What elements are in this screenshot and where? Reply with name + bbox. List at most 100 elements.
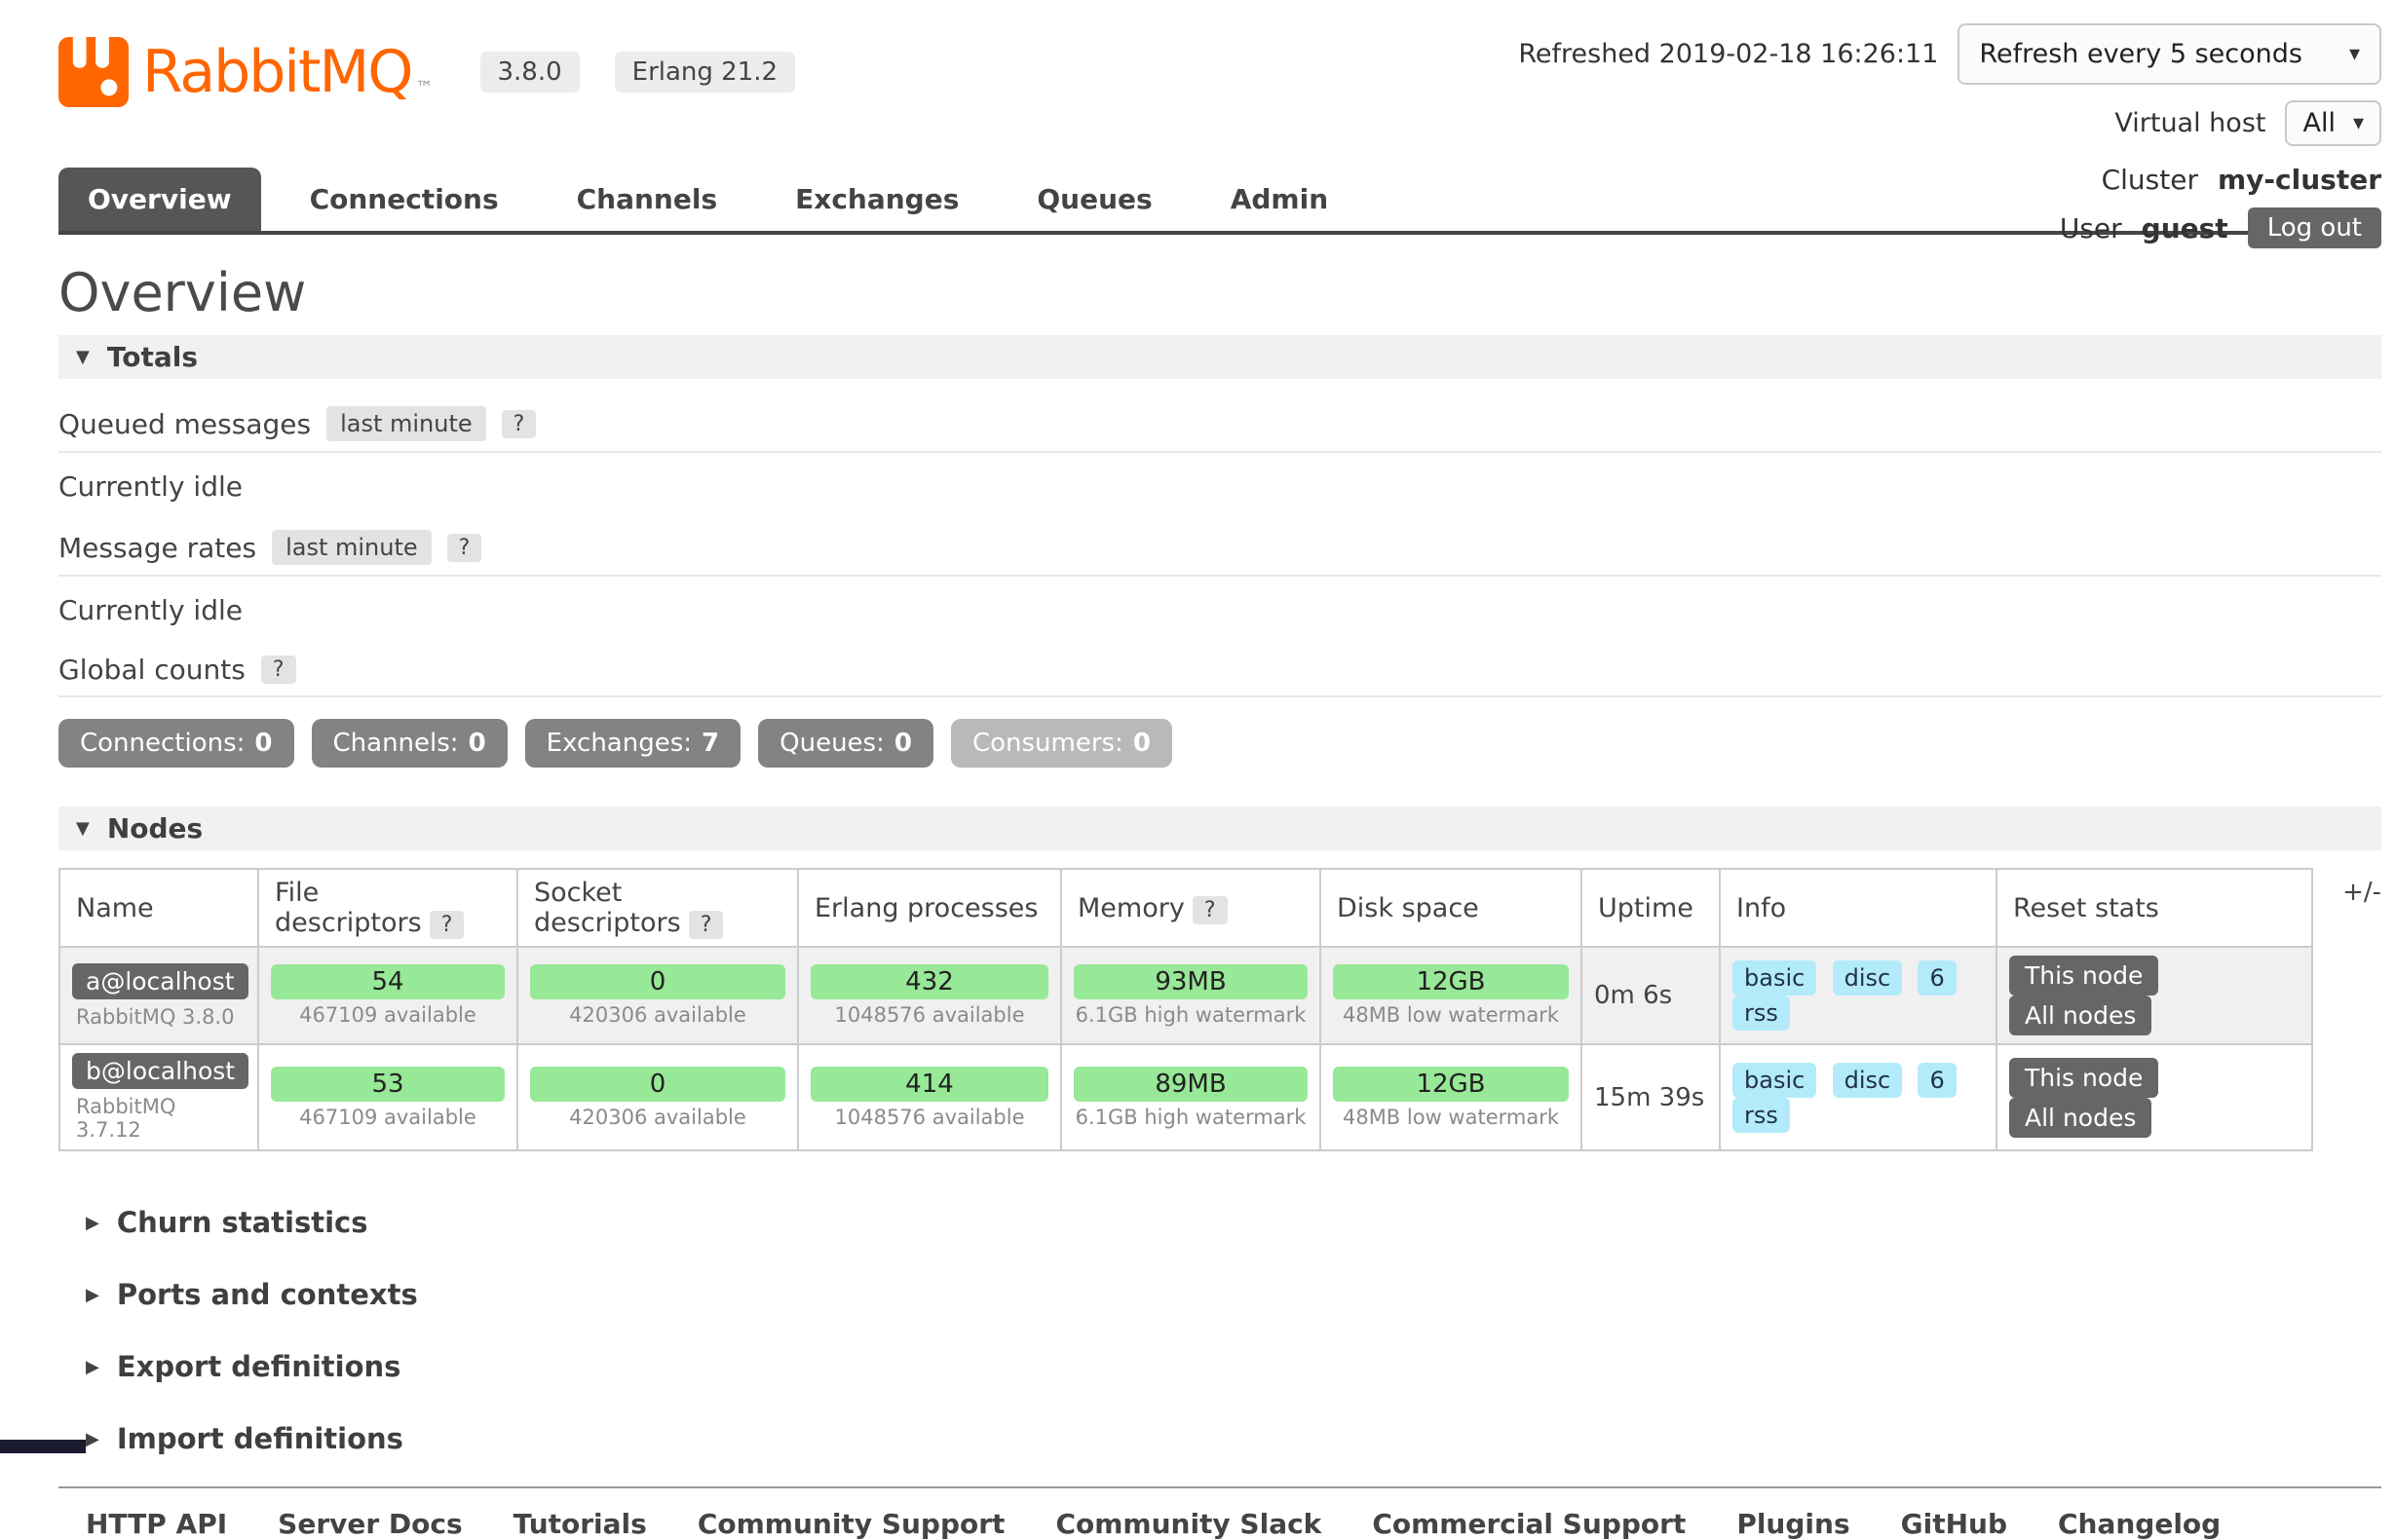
trademark-symbol: ™ xyxy=(416,78,434,98)
count-label: Consumers: xyxy=(972,729,1123,758)
triangle-down-icon: ▼ xyxy=(76,818,90,839)
info-cell: basic disc 6 rss xyxy=(1720,947,1996,1044)
message-rates-range-chip[interactable]: last minute xyxy=(272,530,432,565)
socket-descriptors-cell: 0 420306 available xyxy=(517,947,798,1044)
col-memory: Memory? xyxy=(1061,869,1320,947)
socket-descriptors-bar: 0 xyxy=(530,964,785,999)
footer: HTTP API Server Docs Tutorials Community… xyxy=(58,1486,2381,1540)
section-label: Export definitions xyxy=(117,1350,401,1383)
info-badge: basic xyxy=(1732,1063,1816,1098)
rabbitmq-logo-icon[interactable] xyxy=(58,37,129,107)
node-version: RabbitMQ 3.8.0 xyxy=(72,1005,246,1029)
uptime-cell: 15m 39s xyxy=(1581,1044,1720,1150)
memory-cell: 89MB 6.1GB high watermark xyxy=(1061,1044,1320,1150)
erlang-processes-bar: 432 xyxy=(811,964,1048,999)
file-descriptors-bar: 54 xyxy=(271,964,505,999)
disk-space-detail: 48MB low watermark xyxy=(1333,1106,1569,1129)
info-badge: disc xyxy=(1833,1063,1903,1098)
info-badge: 6 xyxy=(1918,960,1956,995)
help-icon[interactable]: ? xyxy=(502,410,537,438)
reset-stats-cell: This node All nodes xyxy=(1996,1044,2312,1150)
logout-button[interactable]: Log out xyxy=(2248,207,2381,248)
disk-space-cell: 12GB 48MB low watermark xyxy=(1320,1044,1581,1150)
node-row: b@localhost RabbitMQ 3.7.12 53 467109 av… xyxy=(59,1044,2312,1150)
totals-section-header[interactable]: ▼ Totals xyxy=(58,335,2381,379)
reset-this-node-button[interactable]: This node xyxy=(2009,1058,2158,1098)
info-badge: basic xyxy=(1732,960,1816,995)
disk-space-cell: 12GB 48MB low watermark xyxy=(1320,947,1581,1044)
count-value: 7 xyxy=(702,729,719,758)
memory-bar: 89MB xyxy=(1074,1067,1308,1102)
tab-connections[interactable]: Connections xyxy=(281,168,528,231)
help-icon[interactable]: ? xyxy=(689,911,724,939)
footer-link-github[interactable]: GitHub xyxy=(1901,1508,2007,1540)
queued-messages-range-chip[interactable]: last minute xyxy=(326,406,486,441)
footer-link-http-api[interactable]: HTTP API xyxy=(86,1508,227,1540)
count-label: Queues: xyxy=(779,729,885,758)
info-badge: rss xyxy=(1732,995,1790,1031)
tab-overview[interactable]: Overview xyxy=(58,168,261,231)
node-name-badge[interactable]: b@localhost xyxy=(72,1053,248,1089)
count-value: 0 xyxy=(469,729,486,758)
brand-wordmark[interactable]: RabbitMQ xyxy=(142,38,412,106)
totals-section-title: Totals xyxy=(107,341,198,373)
nodes-section-header[interactable]: ▼ Nodes xyxy=(58,807,2381,850)
memory-cell: 93MB 6.1GB high watermark xyxy=(1061,947,1320,1044)
message-rates-label: Message rates xyxy=(58,532,256,564)
section-label: Churn statistics xyxy=(117,1206,368,1239)
queued-messages-label: Queued messages xyxy=(58,408,311,440)
footer-links: HTTP API Server Docs Tutorials Community… xyxy=(86,1508,2381,1540)
reset-this-node-button[interactable]: This node xyxy=(2009,956,2158,995)
refresh-interval-select[interactable]: Refresh every 5 seconds ▾ xyxy=(1958,23,2381,85)
version-badge: 3.8.0 xyxy=(480,52,580,93)
virtual-host-label: Virtual host xyxy=(2114,108,2265,138)
section-import-definitions[interactable]: ▶ Import definitions xyxy=(58,1422,2381,1455)
table-header-row: Name File descriptors? Socket descriptor… xyxy=(59,869,2312,947)
help-icon[interactable]: ? xyxy=(447,534,482,562)
nodes-section-title: Nodes xyxy=(107,812,203,845)
count-value: 0 xyxy=(254,729,272,758)
virtual-host-select[interactable]: All ▾ xyxy=(2285,100,2381,146)
help-icon[interactable]: ? xyxy=(430,911,465,939)
col-reset-stats: Reset stats xyxy=(1996,869,2312,947)
node-name-badge[interactable]: a@localhost xyxy=(72,963,248,999)
col-name: Name xyxy=(59,869,258,947)
socket-descriptors-cell: 0 420306 available xyxy=(517,1044,798,1150)
reset-all-nodes-button[interactable]: All nodes xyxy=(2009,1098,2151,1138)
tab-admin[interactable]: Admin xyxy=(1201,168,1357,231)
section-churn-statistics[interactable]: ▶ Churn statistics xyxy=(58,1206,2381,1239)
triangle-right-icon: ▶ xyxy=(86,1357,99,1377)
footer-link-community-support[interactable]: Community Support xyxy=(698,1508,1006,1540)
triangle-right-icon: ▶ xyxy=(86,1429,99,1449)
section-export-definitions[interactable]: ▶ Export definitions xyxy=(58,1350,2381,1383)
footer-link-community-slack[interactable]: Community Slack xyxy=(1055,1508,1321,1540)
file-descriptors-cell: 53 467109 available xyxy=(258,1044,517,1150)
queues-count-badge: Queues: 0 xyxy=(758,719,933,768)
tab-channels[interactable]: Channels xyxy=(548,168,747,231)
consumers-count-badge: Consumers: 0 xyxy=(951,719,1172,768)
message-rates-heading: Message rates last minute ? xyxy=(58,530,2381,577)
footer-link-tutorials[interactable]: Tutorials xyxy=(513,1508,647,1540)
triangle-right-icon: ▶ xyxy=(86,1285,99,1305)
global-counts-badges: Connections: 0 Channels: 0 Exchanges: 7 … xyxy=(58,719,2381,768)
reset-all-nodes-button[interactable]: All nodes xyxy=(2009,995,2151,1035)
refreshed-timestamp: Refreshed 2019-02-18 16:26:11 xyxy=(1518,39,1938,69)
uptime-cell: 0m 6s xyxy=(1581,947,1720,1044)
tab-exchanges[interactable]: Exchanges xyxy=(766,168,988,231)
disk-space-detail: 48MB low watermark xyxy=(1333,1003,1569,1027)
socket-descriptors-bar: 0 xyxy=(530,1067,785,1102)
node-name-cell: b@localhost RabbitMQ 3.7.12 xyxy=(59,1044,258,1150)
disk-space-bar: 12GB xyxy=(1333,964,1569,999)
help-icon[interactable]: ? xyxy=(261,656,296,684)
column-toggle[interactable]: +/- xyxy=(2342,868,2381,1151)
section-ports-and-contexts[interactable]: ▶ Ports and contexts xyxy=(58,1278,2381,1311)
erlang-processes-detail: 1048576 available xyxy=(811,1106,1048,1129)
footer-link-server-docs[interactable]: Server Docs xyxy=(278,1508,463,1540)
header-right: Refreshed 2019-02-18 16:26:11 Refresh ev… xyxy=(1518,23,2381,248)
help-icon[interactable]: ? xyxy=(1193,896,1228,924)
footer-link-changelog[interactable]: Changelog xyxy=(2058,1508,2221,1540)
footer-link-plugins[interactable]: Plugins xyxy=(1736,1508,1849,1540)
virtual-host-value: All xyxy=(2302,108,2335,138)
footer-link-commercial-support[interactable]: Commercial Support xyxy=(1372,1508,1686,1540)
tab-queues[interactable]: Queues xyxy=(1007,168,1181,231)
